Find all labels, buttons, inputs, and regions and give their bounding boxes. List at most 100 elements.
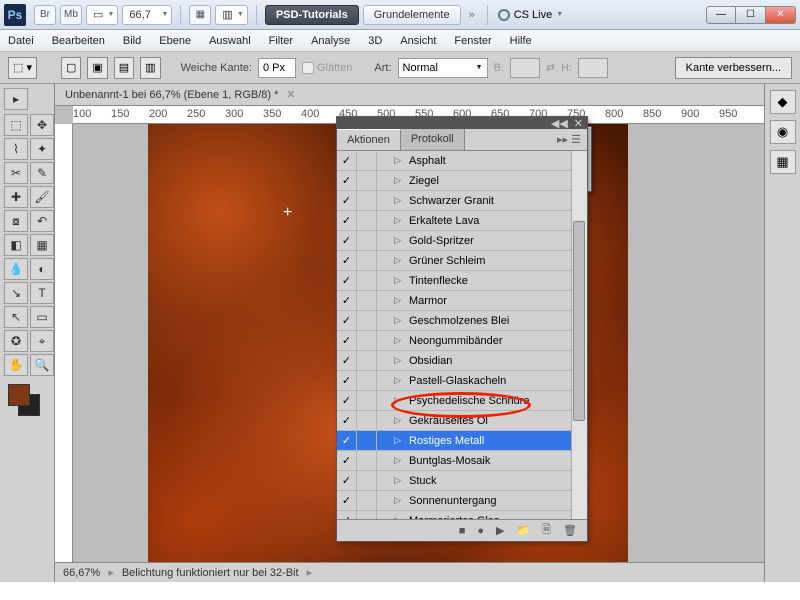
expand-icon[interactable]: ▷ [377,295,405,306]
check-icon[interactable]: ✓ [337,411,357,430]
stop-icon[interactable]: ■ [459,525,466,537]
action-item[interactable]: ✓▷Sonnenuntergang [337,491,587,511]
scrollbar[interactable] [571,151,587,519]
dialog-toggle[interactable] [357,231,377,250]
workspace-psd-button[interactable]: PSD-Tutorials [265,5,359,25]
dialog-toggle[interactable] [357,471,377,490]
new-set-icon[interactable]: 📁 [516,524,530,537]
action-item[interactable]: ✓▷Gold-Spritzer [337,231,587,251]
extras-icon[interactable]: ▦ [189,5,211,25]
style-dropdown[interactable]: Normal▼ [398,58,488,78]
record-icon[interactable]: ● [477,525,484,537]
feather-field[interactable]: 0 Px [258,58,296,78]
dialog-toggle[interactable] [357,331,377,350]
action-item[interactable]: ✓▷Gekräuseltes Öl [337,411,587,431]
minibridge-icon[interactable]: Mb [60,5,82,25]
play-icon[interactable]: ▶ [496,524,504,537]
history-brush-tool[interactable]: ↶ [30,210,54,232]
dialog-toggle[interactable] [357,431,377,450]
expand-icon[interactable]: ▷ [377,395,405,406]
menu-auswahl[interactable]: Auswahl [209,35,251,47]
dialog-toggle[interactable] [357,291,377,310]
menu-datei[interactable]: Datei [8,35,34,47]
dialog-toggle[interactable] [357,411,377,430]
action-item[interactable]: ✓▷Erkaltete Lava [337,211,587,231]
marquee-sub-icon[interactable]: ▤ [114,57,134,79]
delete-icon[interactable]: 🗑 [563,524,577,537]
refine-edge-button[interactable]: Kante verbessern... [675,57,792,79]
check-icon[interactable]: ✓ [337,491,357,510]
check-icon[interactable]: ✓ [337,191,357,210]
dialog-toggle[interactable] [357,251,377,270]
color-swatches[interactable] [8,384,44,420]
wand-tool[interactable]: ✦ [30,138,54,160]
action-item[interactable]: ✓▷Marmoriertes Glas [337,511,587,519]
expand-icon[interactable]: ▷ [377,315,405,326]
marquee-tool[interactable]: ⬚ [4,114,28,136]
expand-icon[interactable]: ▷ [377,415,405,426]
check-icon[interactable]: ✓ [337,231,357,250]
fg-color-swatch[interactable] [8,384,30,406]
dock-color-icon[interactable]: ◆ [770,90,796,114]
pen-tool[interactable]: ↘ [4,282,28,304]
dialog-toggle[interactable] [357,151,377,170]
shape-tool[interactable]: ▭ [30,306,54,328]
dodge-tool[interactable]: ◐ [30,258,54,280]
minimize-button[interactable]: — [706,6,736,24]
action-item[interactable]: ✓▷Stuck [337,471,587,491]
bridge-icon[interactable]: Br [34,5,56,25]
document-tab[interactable]: Unbenannt-1 bei 66,7% (Ebene 1, RGB/8) *… [55,84,764,106]
tab-aktionen[interactable]: Aktionen [337,129,401,150]
action-item[interactable]: ✓▷Buntglas-Mosaik [337,451,587,471]
action-item[interactable]: ✓▷Ziegel [337,171,587,191]
expand-icon[interactable]: ▷ [377,255,405,266]
panel-header[interactable]: ◀◀✕ [337,117,587,129]
expand-icon[interactable]: ▷ [377,175,405,186]
stamp-tool[interactable]: ⧇ [4,210,28,232]
menu-ebene[interactable]: Ebene [159,35,191,47]
menu-bild[interactable]: Bild [123,35,141,47]
dialog-toggle[interactable] [357,191,377,210]
expand-icon[interactable]: ▷ [377,475,405,486]
menu-filter[interactable]: Filter [269,35,293,47]
action-item[interactable]: ✓▷Obsidian [337,351,587,371]
check-icon[interactable]: ✓ [337,351,357,370]
check-icon[interactable]: ✓ [337,171,357,190]
check-icon[interactable]: ✓ [337,251,357,270]
expand-icon[interactable]: ▷ [377,195,405,206]
dock-swatches-icon[interactable]: ◉ [770,120,796,144]
action-item[interactable]: ✓▷Marmor [337,291,587,311]
more-workspaces-icon[interactable]: » [469,9,475,21]
status-zoom[interactable]: 66,67% [63,567,100,579]
marquee-new-icon[interactable]: ▢ [61,57,81,79]
menu-bearbeiten[interactable]: Bearbeiten [52,35,105,47]
dialog-toggle[interactable] [357,351,377,370]
tool-preset[interactable]: ⬚ ▾ [8,57,37,79]
lasso-tool[interactable]: ⌇ [4,138,28,160]
check-icon[interactable]: ✓ [337,331,357,350]
screen-mode-dropdown[interactable]: ▭ [86,5,118,25]
action-item[interactable]: ✓▷Geschmolzenes Blei [337,311,587,331]
action-item[interactable]: ✓▷Asphalt [337,151,587,171]
action-item[interactable]: ✓▷Neongummibänder [337,331,587,351]
crop-tool[interactable]: ✂ [4,162,28,184]
menu-analyse[interactable]: Analyse [311,35,350,47]
expand-toolbox-icon[interactable]: ▸ [4,88,28,110]
new-action-icon[interactable]: 🗎 [542,521,551,540]
hand-tool[interactable]: ✋ [4,354,28,376]
menu-hilfe[interactable]: Hilfe [510,35,532,47]
expand-icon[interactable]: ▷ [377,375,405,386]
zoom-dropdown[interactable]: 66,7 [122,5,172,25]
check-icon[interactable]: ✓ [337,291,357,310]
eyedropper-tool[interactable]: ✎ [30,162,54,184]
expand-icon[interactable]: ▷ [377,275,405,286]
gradient-tool[interactable]: ▦ [30,234,54,256]
brush-tool[interactable]: 🖌 [30,186,54,208]
check-icon[interactable]: ✓ [337,311,357,330]
dialog-toggle[interactable] [357,271,377,290]
menu-ansicht[interactable]: Ansicht [400,35,436,47]
cslive-button[interactable]: CS Live ▼ [498,9,563,21]
check-icon[interactable]: ✓ [337,471,357,490]
action-item[interactable]: ✓▷Pastell-Glaskacheln [337,371,587,391]
expand-icon[interactable]: ▷ [377,495,405,506]
